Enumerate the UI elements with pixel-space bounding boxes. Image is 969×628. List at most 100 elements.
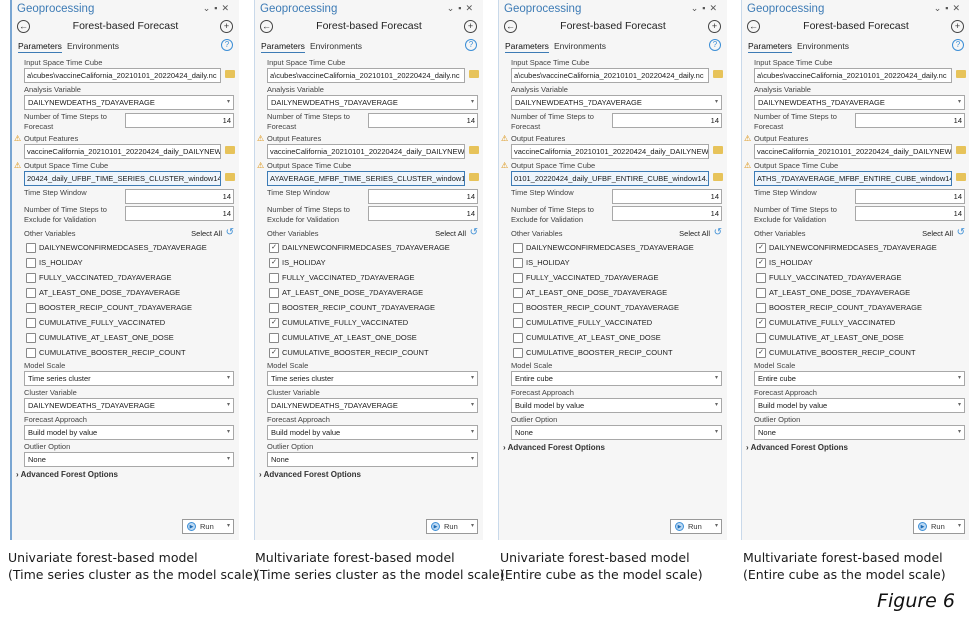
checkbox[interactable]: ✓	[756, 318, 766, 328]
checkbox[interactable]	[513, 318, 523, 328]
forecast-approach-dropdown[interactable]: Build model by value ▾	[754, 398, 965, 413]
chevron-down-icon[interactable]: ⌄	[934, 3, 946, 13]
add-icon[interactable]: +	[220, 20, 233, 33]
cluster-variable-dropdown[interactable]: DAILYNEWDEATHS_7DAYAVERAGE ▾	[24, 398, 234, 413]
outlier-option-dropdown[interactable]: None ▾	[754, 425, 965, 440]
time-step-window-input[interactable]: 14	[855, 189, 965, 204]
checkbox[interactable]	[26, 273, 36, 283]
tab-environments[interactable]: Environments	[554, 41, 606, 51]
checkbox[interactable]	[26, 258, 36, 268]
variable-checkbox-item[interactable]: AT_LEAST_ONE_DOSE_7DAYAVERAGE	[255, 286, 483, 301]
run-button[interactable]: ▶ Run ▾	[426, 519, 478, 534]
variable-checkbox-item[interactable]: ✓ CUMULATIVE_FULLY_VACCINATED	[255, 316, 483, 331]
select-all-button[interactable]: Select All	[679, 229, 710, 238]
help-icon[interactable]: ?	[952, 39, 964, 51]
refresh-icon[interactable]: ↺	[226, 227, 234, 238]
variable-checkbox-item[interactable]: AT_LEAST_ONE_DOSE_7DAYAVERAGE	[499, 286, 727, 301]
advanced-forest-options-toggle[interactable]: › Advanced Forest Options	[259, 470, 483, 479]
forecast-approach-dropdown[interactable]: Build model by value ▾	[267, 425, 478, 440]
checkbox[interactable]	[513, 243, 523, 253]
checkbox[interactable]	[513, 348, 523, 358]
num-steps-forecast-input[interactable]: 14	[855, 113, 965, 128]
variable-checkbox-item[interactable]: CUMULATIVE_BOOSTER_RECIP_COUNT	[12, 346, 239, 361]
variable-checkbox-item[interactable]: ✓ CUMULATIVE_BOOSTER_RECIP_COUNT	[255, 346, 483, 361]
checkbox[interactable]	[513, 258, 523, 268]
output-features-input[interactable]: vaccineCalifornia_20210101_20220424_dail…	[267, 144, 465, 159]
variable-checkbox-item[interactable]: ✓ IS_HOLIDAY	[742, 256, 969, 271]
model-scale-dropdown[interactable]: Entire cube ▾	[754, 371, 965, 386]
model-scale-dropdown[interactable]: Time series cluster ▾	[267, 371, 478, 386]
checkbox[interactable]	[26, 303, 36, 313]
variable-checkbox-item[interactable]: CUMULATIVE_AT_LEAST_ONE_DOSE	[255, 331, 483, 346]
variable-checkbox-item[interactable]: CUMULATIVE_AT_LEAST_ONE_DOSE	[499, 331, 727, 346]
folder-icon[interactable]	[469, 173, 479, 181]
chevron-down-icon[interactable]: ▾	[958, 520, 961, 533]
folder-icon[interactable]	[469, 146, 479, 154]
checkbox[interactable]	[26, 333, 36, 343]
model-scale-dropdown[interactable]: Time series cluster ▾	[24, 371, 234, 386]
chevron-down-icon[interactable]: ⌄	[203, 3, 215, 13]
checkbox[interactable]	[756, 333, 766, 343]
input-cube-input[interactable]: a\cubes\vaccineCalifornia_20210101_20220…	[267, 68, 465, 83]
run-button[interactable]: ▶ Run ▾	[182, 519, 234, 534]
variable-checkbox-item[interactable]: FULLY_VACCINATED_7DAYAVERAGE	[499, 271, 727, 286]
num-steps-exclude-input[interactable]: 14	[612, 206, 722, 221]
checkbox[interactable]	[756, 303, 766, 313]
folder-icon[interactable]	[225, 173, 235, 181]
chevron-down-icon[interactable]: ▾	[227, 520, 230, 533]
outlier-option-dropdown[interactable]: None ▾	[267, 452, 478, 467]
advanced-forest-options-toggle[interactable]: › Advanced Forest Options	[503, 443, 727, 452]
variable-checkbox-item[interactable]: CUMULATIVE_FULLY_VACCINATED	[12, 316, 239, 331]
chevron-down-icon[interactable]: ▾	[715, 520, 718, 533]
checkbox[interactable]	[513, 303, 523, 313]
num-steps-forecast-input[interactable]: 14	[612, 113, 722, 128]
output-cube-input[interactable]: 20424_daily_UFBF_TIME_SERIES_CLUSTER_win…	[24, 171, 221, 186]
folder-icon[interactable]	[956, 70, 966, 78]
analysis-variable-dropdown[interactable]: DAILYNEWDEATHS_7DAYAVERAGE ▾	[754, 95, 965, 110]
folder-icon[interactable]	[469, 70, 479, 78]
checkbox[interactable]	[26, 243, 36, 253]
output-cube-input[interactable]: ATHS_7DAYAVERAGE_MFBF_ENTIRE_CUBE_window…	[754, 171, 952, 186]
variable-checkbox-item[interactable]: CUMULATIVE_FULLY_VACCINATED	[499, 316, 727, 331]
tab-environments[interactable]: Environments	[797, 41, 849, 51]
run-button[interactable]: ▶ Run ▾	[913, 519, 965, 534]
output-cube-input[interactable]: 0101_20220424_daily_UFBF_ENTIRE_CUBE_win…	[511, 171, 709, 186]
checkbox[interactable]: ✓	[756, 243, 766, 253]
chevron-down-icon[interactable]: ▾	[471, 520, 474, 533]
tab-parameters[interactable]: Parameters	[18, 41, 62, 53]
checkbox[interactable]: ✓	[269, 243, 279, 253]
model-scale-dropdown[interactable]: Entire cube ▾	[511, 371, 722, 386]
analysis-variable-dropdown[interactable]: DAILYNEWDEATHS_7DAYAVERAGE ▾	[24, 95, 234, 110]
refresh-icon[interactable]: ↺	[957, 227, 965, 238]
checkbox[interactable]: ✓	[269, 258, 279, 268]
num-steps-exclude-input[interactable]: 14	[368, 206, 478, 221]
variable-checkbox-item[interactable]: AT_LEAST_ONE_DOSE_7DAYAVERAGE	[12, 286, 239, 301]
outlier-option-dropdown[interactable]: None ▾	[24, 452, 234, 467]
checkbox[interactable]	[513, 273, 523, 283]
variable-checkbox-item[interactable]: ✓ CUMULATIVE_FULLY_VACCINATED	[742, 316, 969, 331]
variable-checkbox-item[interactable]: ✓ CUMULATIVE_BOOSTER_RECIP_COUNT	[742, 346, 969, 361]
run-button[interactable]: ▶ Run ▾	[670, 519, 722, 534]
input-cube-input[interactable]: a\cubes\vaccineCalifornia_20210101_20220…	[24, 68, 221, 83]
variable-checkbox-item[interactable]: CUMULATIVE_BOOSTER_RECIP_COUNT	[499, 346, 727, 361]
time-step-window-input[interactable]: 14	[368, 189, 478, 204]
select-all-button[interactable]: Select All	[435, 229, 466, 238]
output-features-input[interactable]: vaccineCalifornia_20210101_20220424_dail…	[511, 144, 709, 159]
refresh-icon[interactable]: ↺	[714, 227, 722, 238]
time-step-window-input[interactable]: 14	[125, 189, 234, 204]
num-steps-forecast-input[interactable]: 14	[368, 113, 478, 128]
variable-checkbox-item[interactable]: FULLY_VACCINATED_7DAYAVERAGE	[742, 271, 969, 286]
variable-checkbox-item[interactable]: ✓ DAILYNEWCONFIRMEDCASES_7DAYAVERAGE	[742, 241, 969, 256]
checkbox[interactable]	[26, 288, 36, 298]
variable-checkbox-item[interactable]: BOOSTER_RECIP_COUNT_7DAYAVERAGE	[12, 301, 239, 316]
checkbox[interactable]	[513, 288, 523, 298]
num-steps-forecast-input[interactable]: 14	[125, 113, 234, 128]
outlier-option-dropdown[interactable]: None ▾	[511, 425, 722, 440]
variable-checkbox-item[interactable]: ✓ DAILYNEWCONFIRMEDCASES_7DAYAVERAGE	[255, 241, 483, 256]
close-icon[interactable]: ✕	[952, 3, 964, 13]
close-icon[interactable]: ✕	[221, 3, 233, 13]
forecast-approach-dropdown[interactable]: Build model by value ▾	[24, 425, 234, 440]
checkbox[interactable]	[269, 273, 279, 283]
output-cube-input[interactable]: AYAVERAGE_MFBF_TIME_SERIES_CLUSTER_windo…	[267, 171, 465, 186]
help-icon[interactable]: ?	[221, 39, 233, 51]
